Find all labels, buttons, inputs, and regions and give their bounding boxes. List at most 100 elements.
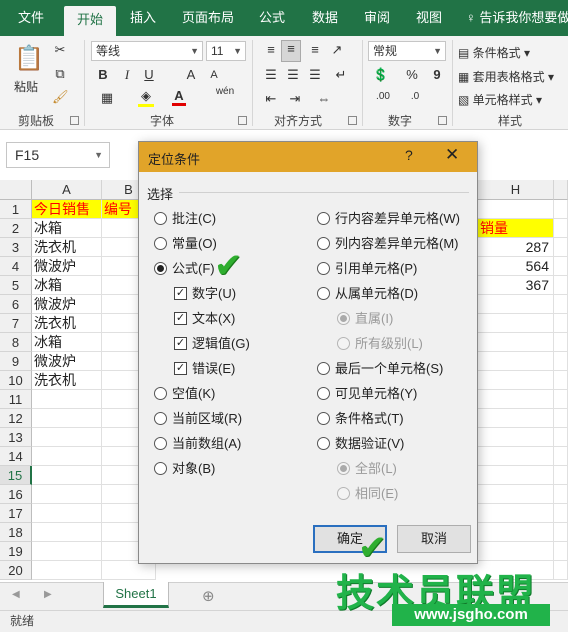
cell-i[interactable] <box>554 219 568 238</box>
comma-button[interactable]: 9 <box>430 67 444 82</box>
phonetic-button[interactable]: wén <box>214 86 236 97</box>
increase-decimal-icon[interactable]: .00 <box>372 91 394 102</box>
cell-h[interactable] <box>478 447 554 466</box>
align-middle-icon[interactable]: ≡ <box>281 40 301 62</box>
cell-i[interactable] <box>554 257 568 276</box>
tab-view[interactable]: 视图 <box>406 0 452 36</box>
conditional-format-button[interactable]: ▤ 条件格式 ▾ <box>458 44 530 61</box>
cell-h[interactable] <box>478 295 554 314</box>
cell-i[interactable] <box>554 447 568 466</box>
cell-i[interactable] <box>554 200 568 219</box>
cell-a[interactable]: 洗衣机 <box>32 314 102 333</box>
tab-insert[interactable]: 插入 <box>120 0 166 36</box>
cell-h[interactable] <box>478 466 554 485</box>
cell-a[interactable]: 微波炉 <box>32 295 102 314</box>
cell-a[interactable]: 今日销售 <box>32 200 102 219</box>
tab-file[interactable]: 文件 <box>6 0 56 36</box>
column-header-i[interactable] <box>554 180 568 200</box>
row-header[interactable]: 5 <box>0 276 32 295</box>
add-sheet-icon[interactable]: ⊕ <box>202 587 215 605</box>
row-header[interactable]: 16 <box>0 485 32 504</box>
tab-data[interactable]: 数据 <box>302 0 348 36</box>
cell-h[interactable] <box>478 200 554 219</box>
cell-h[interactable] <box>478 409 554 428</box>
row-header[interactable]: 8 <box>0 333 32 352</box>
close-icon[interactable]: ✕ <box>445 145 459 165</box>
cell-a[interactable]: 洗衣机 <box>32 371 102 390</box>
cell-i[interactable] <box>554 238 568 257</box>
tab-formulas[interactable]: 公式 <box>250 0 294 36</box>
font-size-combo[interactable]: 11 ▼ <box>206 41 246 61</box>
cell-a[interactable] <box>32 428 102 447</box>
cell-h[interactable] <box>478 371 554 390</box>
italic-button[interactable]: I <box>120 67 134 83</box>
grow-font-button[interactable]: A <box>184 67 198 82</box>
row-header[interactable]: 6 <box>0 295 32 314</box>
select-all-corner[interactable] <box>0 180 32 200</box>
cell-h[interactable] <box>478 485 554 504</box>
cell-h[interactable] <box>478 428 554 447</box>
row-header[interactable]: 19 <box>0 542 32 561</box>
format-painter-icon[interactable]: 🖌 <box>52 89 69 105</box>
cell-a[interactable] <box>32 390 102 409</box>
cell-a[interactable] <box>32 447 102 466</box>
row-header[interactable]: 17 <box>0 504 32 523</box>
borders-icon[interactable]: ▦ <box>100 90 114 106</box>
font-name-combo[interactable]: 等线 ▼ <box>91 41 203 61</box>
wrap-text-icon[interactable]: ↵ <box>332 67 350 83</box>
currency-icon[interactable]: 💲 <box>372 67 390 83</box>
cell-i[interactable] <box>554 466 568 485</box>
paste-icon[interactable]: 📋 <box>14 44 44 74</box>
paste-button[interactable]: 粘贴 <box>14 78 38 95</box>
row-header[interactable]: 9 <box>0 352 32 371</box>
cell-i[interactable] <box>554 542 568 561</box>
cell-i[interactable] <box>554 314 568 333</box>
cell-i[interactable] <box>554 295 568 314</box>
align-bottom-icon[interactable]: ≡ <box>306 42 324 57</box>
cell-a[interactable]: 冰箱 <box>32 219 102 238</box>
cell-a[interactable]: 冰箱 <box>32 276 102 295</box>
format-as-table-button[interactable]: ▦ 套用表格格式 ▾ <box>458 68 554 85</box>
row-header[interactable]: 12 <box>0 409 32 428</box>
underline-button[interactable]: U <box>142 67 156 82</box>
tab-home[interactable]: 开始 <box>64 6 116 36</box>
cell-h[interactable] <box>478 523 554 542</box>
cell-a[interactable] <box>32 542 102 561</box>
copy-icon[interactable]: ⧉ <box>52 66 68 82</box>
cell-styles-button[interactable]: ▧ 单元格样式 ▾ <box>458 91 542 108</box>
cell-i[interactable] <box>554 371 568 390</box>
row-header[interactable]: 18 <box>0 523 32 542</box>
cell-h[interactable] <box>478 390 554 409</box>
row-header[interactable]: 20 <box>0 561 32 580</box>
row-header[interactable]: 15 <box>0 466 32 485</box>
cell-a[interactable] <box>32 409 102 428</box>
row-header[interactable]: 4 <box>0 257 32 276</box>
orientation-icon[interactable]: ↗ <box>328 42 346 58</box>
number-launcher-icon[interactable] <box>438 116 447 125</box>
cell-a[interactable]: 微波炉 <box>32 257 102 276</box>
cut-icon[interactable]: ✂ <box>52 42 68 58</box>
cell-h[interactable]: 287 <box>478 238 554 257</box>
row-header[interactable]: 1 <box>0 200 32 219</box>
align-center-icon[interactable]: ☰ <box>284 67 302 83</box>
row-header[interactable]: 13 <box>0 428 32 447</box>
help-icon[interactable]: ? <box>405 147 413 163</box>
cell-a[interactable]: 微波炉 <box>32 352 102 371</box>
name-box[interactable]: F15 ▼ <box>6 142 110 168</box>
cell-h[interactable] <box>478 352 554 371</box>
alignment-launcher-icon[interactable] <box>348 116 357 125</box>
cell-a[interactable] <box>32 504 102 523</box>
decrease-decimal-icon[interactable]: .0 <box>404 91 426 102</box>
row-header[interactable]: 7 <box>0 314 32 333</box>
cell-i[interactable] <box>554 409 568 428</box>
font-color-icon[interactable]: A <box>172 88 186 106</box>
cell-i[interactable] <box>554 390 568 409</box>
scroll-left-icon[interactable]: ◀ <box>12 589 20 600</box>
align-left-icon[interactable]: ☰ <box>262 67 280 83</box>
cell-i[interactable] <box>554 523 568 542</box>
cell-i[interactable] <box>554 504 568 523</box>
cell-h[interactable]: 销量 <box>478 219 554 238</box>
percent-button[interactable]: % <box>404 67 420 82</box>
sheet-tab-sheet1[interactable]: Sheet1 <box>103 582 169 608</box>
cell-h[interactable] <box>478 504 554 523</box>
